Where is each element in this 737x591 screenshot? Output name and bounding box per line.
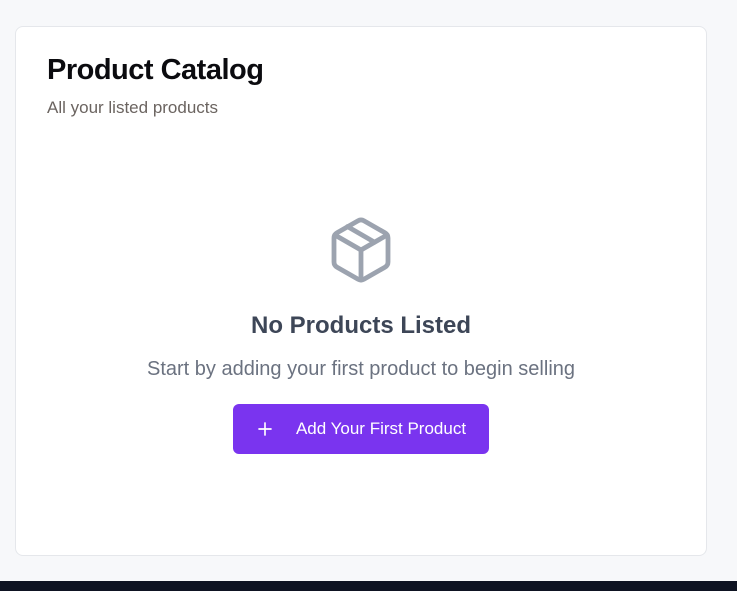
page-subtitle: All your listed products	[47, 98, 219, 117]
page-title: Product Catalog	[47, 54, 264, 86]
add-first-product-button[interactable]: Add Your First Product	[233, 404, 489, 454]
package-icon	[331, 217, 391, 283]
empty-state-description: Start by adding your first product to be…	[146, 358, 576, 380]
plus-icon	[258, 422, 272, 436]
add-first-product-label: Add Your First Product	[295, 419, 467, 438]
empty-state: No Products Listed Start by adding your …	[16, 212, 706, 454]
footer-bar	[0, 581, 737, 591]
product-catalog-card: Product Catalog All your listed products…	[15, 26, 707, 556]
empty-state-title: No Products Listed	[250, 312, 472, 339]
